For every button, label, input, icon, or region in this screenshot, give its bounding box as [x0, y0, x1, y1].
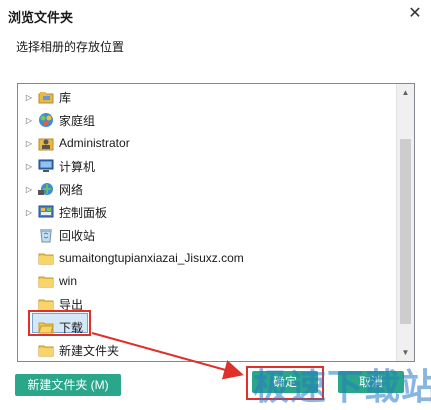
dialog-instruction: 选择相册的存放位置 [16, 40, 125, 54]
recycle-bin-icon [38, 227, 54, 243]
watermark-text: 极速下载站 [253, 367, 431, 408]
tree-item-homegroup[interactable]: ▷ 家庭组 [18, 109, 396, 131]
tree-item-administrator[interactable]: ▷ Administrator [18, 132, 396, 154]
tree-item-label: 家庭组 [59, 113, 96, 128]
close-icon[interactable]: ✕ [405, 4, 425, 24]
tree-item-label: sumaitongtupianxiazai_Jisuxz.com [59, 251, 244, 265]
folder-icon [38, 273, 54, 289]
library-icon [38, 89, 54, 105]
tree-item-label: 网络 [59, 182, 84, 197]
scrollbar-thumb[interactable] [400, 139, 411, 324]
tree-item-library[interactable]: ▷ 库 [18, 86, 396, 108]
tree-item-label: win [59, 274, 78, 288]
tree-item-computer[interactable]: ▷ 计算机 [18, 155, 396, 177]
tree-item-label: 控制面板 [59, 205, 108, 220]
homegroup-icon [38, 112, 54, 128]
title-bar: 浏览文件夹 ✕ [0, 0, 431, 30]
user-folder-icon [38, 135, 54, 151]
new-folder-button[interactable]: 新建文件夹 (M) [15, 374, 121, 396]
computer-icon [38, 158, 54, 174]
tree-item-control-panel[interactable]: ▷ 控制面板 [18, 201, 396, 223]
scroll-up-icon[interactable]: ▲ [397, 84, 414, 101]
annotation-highlight-box [28, 310, 91, 336]
expand-arrow-icon[interactable]: ▷ [22, 162, 36, 171]
expand-arrow-icon[interactable]: ▷ [22, 185, 36, 194]
tree-item-recycle-bin[interactable]: 回收站 [18, 224, 396, 246]
folder-icon [38, 250, 54, 266]
tree-item-label: Administrator [59, 136, 130, 150]
folder-icon [38, 342, 54, 358]
tree-item-label: 回收站 [59, 228, 96, 243]
folder-tree[interactable]: ▷ 库 ▷ 家庭组 ▷ Administrator ▷ 计算机 ▷ 网络 ▷ 控… [17, 83, 415, 362]
browse-folder-dialog: 浏览文件夹 ✕ 选择相册的存放位置 ▷ 库 ▷ 家庭组 ▷ Administra… [0, 0, 431, 408]
tree-item-folder[interactable]: sumaitongtupianxiazai_Jisuxz.com [18, 247, 396, 269]
expand-arrow-icon[interactable]: ▷ [22, 139, 36, 148]
tree-item-label: 计算机 [59, 159, 96, 174]
expand-arrow-icon[interactable]: ▷ [22, 93, 36, 102]
window-title: 浏览文件夹 [8, 10, 74, 25]
tree-item-folder[interactable]: win [18, 270, 396, 292]
tree-item-network[interactable]: ▷ 网络 [18, 178, 396, 200]
expand-arrow-icon[interactable]: ▷ [22, 208, 36, 217]
vertical-scrollbar[interactable]: ▲ ▼ [396, 84, 414, 361]
tree-item-label: 新建文件夹 [59, 343, 120, 358]
tree-item-label: 库 [59, 90, 72, 105]
expand-arrow-icon[interactable]: ▷ [22, 116, 36, 125]
control-panel-icon [38, 204, 54, 220]
network-icon [38, 181, 54, 197]
